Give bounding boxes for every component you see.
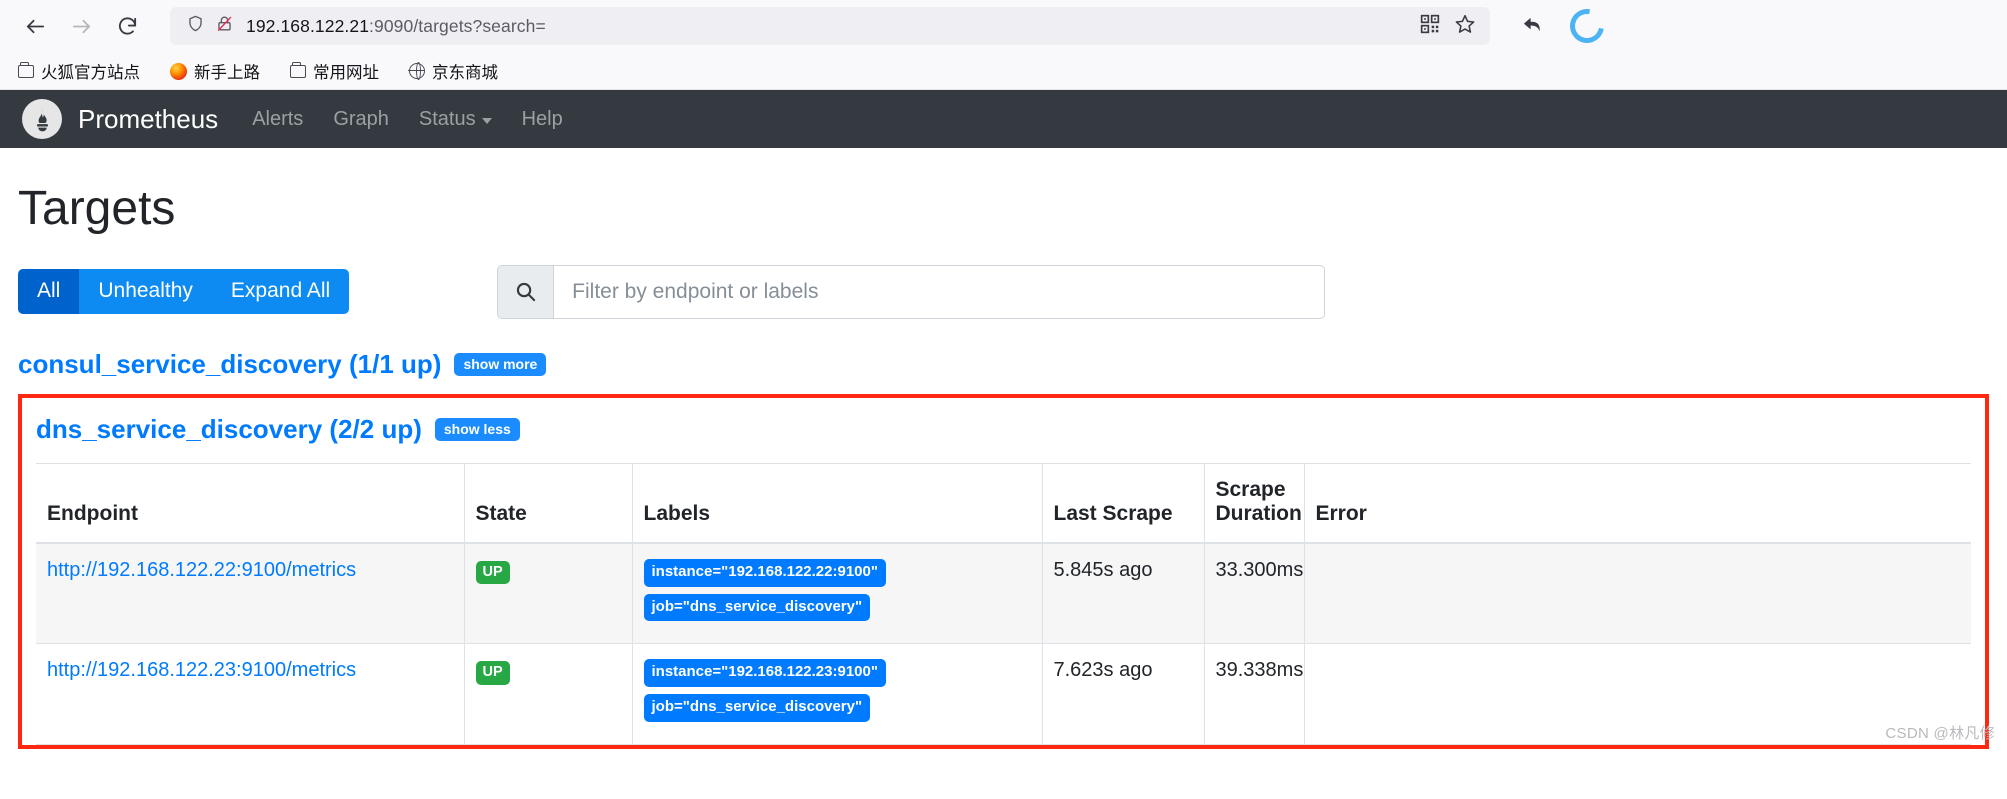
column-header-error: Error: [1303, 462, 1971, 544]
show-more-button[interactable]: show more: [454, 352, 547, 376]
qr-code-icon[interactable]: [1420, 14, 1440, 39]
url-host: 192.168.122.21: [246, 15, 370, 36]
no-lock-icon[interactable]: [215, 14, 234, 38]
filter-unhealthy-button[interactable]: Unhealthy: [79, 269, 212, 315]
filter-button-group: All Unhealthy Expand All: [18, 269, 350, 315]
expand-all-button[interactable]: Expand All: [211, 269, 350, 315]
scrape-pool-header: dns_service_discovery (2/2 up) show less: [36, 414, 1971, 445]
url-bar-right-icons: [1420, 13, 1480, 40]
label-pill-job[interactable]: job="dns_service_discovery": [643, 593, 871, 622]
bookmark-item-0[interactable]: 火狐官方站点: [14, 56, 144, 86]
search-icon: [497, 264, 554, 319]
bookmarks-bar: 火狐官方站点 新手上路 常用网址 京东商城: [0, 52, 2007, 90]
browser-chrome: 192.168.122.21:9090/targets?search= 火狐官方…: [0, 0, 2007, 90]
bookmark-item-3[interactable]: 京东商城: [405, 56, 502, 86]
scrape-pool-dns: dns_service_discovery (2/2 up) show less…: [36, 414, 1971, 745]
highlight-annotation-box: dns_service_discovery (2/2 up) show less…: [18, 393, 1989, 749]
folder-icon: [18, 61, 34, 78]
watermark: CSDN @林凡修: [1885, 724, 1995, 742]
bookmark-item-1[interactable]: 新手上路: [166, 56, 264, 86]
targets-table-head: Endpoint State Labels Last Scrape Scrape…: [36, 462, 1971, 544]
column-header-scrape-duration: Scrape Duration: [1203, 462, 1304, 544]
bookmark-label: 火狐官方站点: [41, 64, 140, 82]
table-header-row: Endpoint State Labels Last Scrape Scrape…: [36, 462, 1971, 544]
label-pill-instance[interactable]: instance="192.168.122.23:9100": [643, 659, 886, 688]
table-row: http://192.168.122.22:9100/metrics UP in…: [36, 542, 1971, 645]
cell-scrape-duration: 33.300ms: [1203, 542, 1304, 645]
cell-error: [1303, 542, 1971, 645]
cell-labels: instance="192.168.122.22:9100" job="dns_…: [631, 542, 1042, 645]
prometheus-torch-icon[interactable]: [22, 99, 62, 139]
table-row: http://192.168.122.23:9100/metrics UP in…: [36, 643, 1971, 745]
label-pill-job[interactable]: job="dns_service_discovery": [643, 694, 871, 722]
cell-endpoint: http://192.168.122.23:9100/metrics: [36, 643, 464, 745]
scrape-pool-consul: consul_service_discovery (1/1 up) show m…: [18, 349, 1989, 380]
undo-arrow-icon[interactable]: [1512, 5, 1554, 47]
column-header-state: State: [463, 462, 632, 544]
targets-table-body: http://192.168.122.22:9100/metrics UP in…: [36, 542, 1971, 745]
scrape-pool-header: consul_service_discovery (1/1 up) show m…: [18, 349, 1989, 380]
url-bar-left-icons: [180, 14, 234, 38]
bookmark-label: 新手上路: [194, 64, 260, 82]
forward-button[interactable]: [60, 5, 102, 47]
search-input[interactable]: [553, 264, 1326, 319]
back-button[interactable]: [14, 5, 56, 47]
bookmark-label: 常用网址: [313, 64, 379, 82]
url-bar[interactable]: 192.168.122.21:9090/targets?search=: [170, 7, 1490, 45]
url-text[interactable]: 192.168.122.21:9090/targets?search=: [246, 16, 1420, 37]
nav-link-status[interactable]: Status: [419, 108, 492, 131]
nav-link-alerts[interactable]: Alerts: [252, 108, 303, 131]
sync-circle-icon[interactable]: [1563, 2, 1611, 50]
filter-all-button[interactable]: All: [18, 269, 80, 315]
label-pill-instance[interactable]: instance="192.168.122.22:9100": [643, 558, 886, 587]
column-header-labels: Labels: [631, 462, 1042, 544]
brand-prometheus[interactable]: Prometheus: [78, 104, 218, 135]
bookmark-label: 京东商城: [432, 64, 498, 82]
column-header-last-scrape: Last Scrape: [1041, 462, 1204, 544]
targets-controls: All Unhealthy Expand All: [18, 264, 1989, 319]
show-less-button[interactable]: show less: [434, 417, 520, 441]
endpoint-link[interactable]: http://192.168.122.23:9100/metrics: [47, 659, 356, 681]
cell-state: UP: [463, 542, 632, 645]
firefox-icon: [170, 62, 187, 80]
url-path: :9090/targets?search=: [369, 15, 546, 36]
page-title: Targets: [18, 182, 176, 235]
nav-link-label: Help: [521, 107, 563, 130]
browser-toolbar: 192.168.122.21:9090/targets?search=: [0, 0, 2007, 52]
cell-state: UP: [463, 643, 632, 745]
nav-link-graph[interactable]: Graph: [333, 108, 389, 131]
cell-error: [1303, 643, 1971, 745]
nav-link-label: Status: [418, 107, 476, 130]
cell-labels: instance="192.168.122.23:9100" job="dns_…: [631, 643, 1042, 745]
chevron-down-icon: [481, 117, 492, 124]
prometheus-navbar: Prometheus Alerts Graph Status Help: [0, 90, 2007, 148]
nav-link-label: Alerts: [252, 107, 304, 130]
filter-search-group: [497, 264, 1326, 319]
cell-endpoint: http://192.168.122.22:9100/metrics: [36, 542, 464, 645]
cell-scrape-duration: 39.338ms: [1203, 643, 1304, 745]
targets-page: Targets All Unhealthy Expand All consul_…: [0, 182, 2007, 749]
shield-icon[interactable]: [186, 14, 205, 38]
reload-button[interactable]: [106, 5, 148, 47]
star-icon[interactable]: [1454, 13, 1476, 40]
scrape-pool-title[interactable]: consul_service_discovery (1/1 up): [18, 349, 441, 380]
bookmark-item-2[interactable]: 常用网址: [286, 56, 383, 86]
cell-last-scrape: 7.623s ago: [1041, 643, 1204, 745]
status-badge: UP: [475, 560, 510, 585]
folder-icon: [290, 61, 306, 78]
cell-last-scrape: 5.845s ago: [1041, 542, 1204, 645]
column-header-endpoint: Endpoint: [36, 462, 464, 544]
targets-table: Endpoint State Labels Last Scrape Scrape…: [36, 462, 1971, 745]
browser-right-controls: [1512, 2, 1611, 50]
endpoint-link[interactable]: http://192.168.122.22:9100/metrics: [47, 559, 356, 581]
globe-icon: [408, 62, 425, 81]
nav-link-help[interactable]: Help: [522, 108, 563, 131]
nav-link-label: Graph: [333, 107, 389, 130]
scrape-pool-title[interactable]: dns_service_discovery (2/2 up): [36, 414, 422, 445]
status-badge: UP: [475, 661, 510, 685]
